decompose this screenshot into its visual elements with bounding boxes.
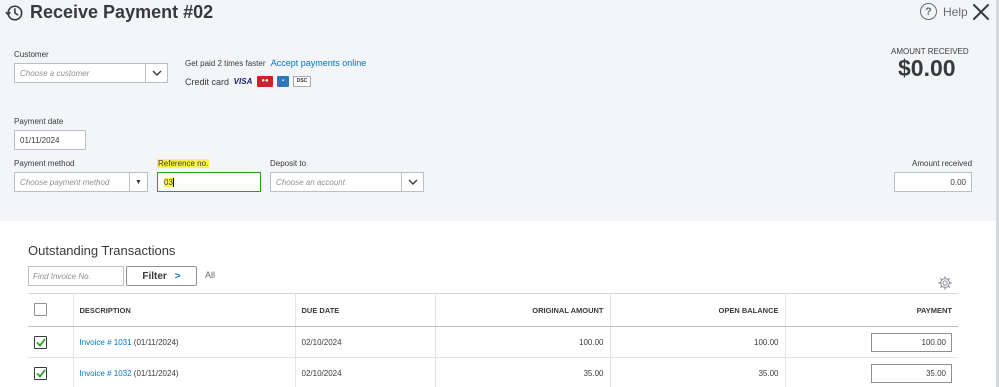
promo-fast-text: Get paid 2 times faster — [185, 59, 266, 68]
row-open-balance: 100.00 — [610, 326, 786, 358]
select-all-checkbox[interactable] — [34, 302, 47, 316]
find-invoice-input[interactable]: Find Invoice No. — [28, 266, 124, 286]
payment-method-select[interactable]: Choose payment method ▼ — [14, 172, 148, 192]
help-label: Help — [943, 4, 968, 19]
credit-card-row: Credit card VISA ●● ▪ DSC — [185, 76, 312, 87]
chevron-right-icon: > — [174, 270, 181, 282]
text-cursor — [172, 177, 174, 187]
amex-logo: ▪ — [277, 76, 290, 87]
gear-icon[interactable] — [938, 276, 952, 290]
customer-select[interactable]: Choose a customer — [14, 63, 168, 83]
promo-text: Get paid 2 times faster Accept payments … — [185, 58, 366, 68]
caret-down-icon[interactable]: ▼ — [129, 173, 147, 191]
payment-date-value: 01/11/2024 — [20, 135, 60, 145]
accept-payments-link[interactable]: Accept payments online — [271, 58, 367, 68]
payment-method-placeholder: Choose payment method — [20, 177, 110, 187]
filter-button[interactable]: Filter > — [126, 266, 197, 286]
amount-received-input-value: 0.00 — [950, 177, 966, 187]
col-description[interactable]: DESCRIPTION — [73, 293, 296, 327]
chevron-down-icon[interactable] — [401, 173, 423, 191]
customer-placeholder: Choose a customer — [20, 68, 90, 78]
chevron-down-icon[interactable] — [145, 64, 167, 82]
page-title: Receive Payment #02 — [30, 2, 214, 22]
row-checkbox[interactable] — [34, 335, 47, 349]
row-original-amount: 35.00 — [435, 357, 611, 387]
visa-logo: VISA — [233, 77, 253, 86]
customer-label: Customer — [14, 50, 49, 59]
payment-method-label: Payment method — [14, 159, 75, 168]
payment-date-label: Payment date — [14, 117, 64, 126]
help-icon: ? — [920, 3, 937, 20]
close-icon[interactable] — [972, 3, 990, 21]
invoice-link[interactable]: Invoice # 1032 — [80, 369, 132, 378]
row-description: Invoice # 1032 (01/11/2024) — [73, 357, 296, 387]
row-payment-cell: 100.00 — [785, 326, 958, 358]
deposit-to-placeholder: Choose an account — [276, 177, 345, 187]
invoice-date: (01/11/2024) — [133, 368, 179, 378]
reference-value: 03 — [164, 177, 173, 187]
row-open-balance: 35.00 — [610, 357, 786, 387]
help-button[interactable]: ? Help — [920, 3, 968, 20]
row-due-date: 02/10/2024 — [295, 357, 436, 387]
reference-label: Reference no. — [157, 159, 210, 168]
payment-header-panel — [0, 0, 999, 221]
outstanding-transactions-table: DESCRIPTION DUE DATE ORIGINAL AMOUNT OPE… — [28, 293, 958, 387]
table-header-row: DESCRIPTION DUE DATE ORIGINAL AMOUNT OPE… — [28, 293, 958, 327]
table-row: Invoice # 1031 (01/11/2024) 02/10/2024 1… — [28, 326, 958, 358]
row-due-date: 02/10/2024 — [295, 326, 436, 358]
col-due-date[interactable]: DUE DATE — [295, 293, 436, 327]
amount-received-input[interactable]: 0.00 — [894, 172, 972, 192]
discover-logo: DSC — [293, 76, 312, 87]
find-invoice-placeholder: Find Invoice No. — [33, 271, 91, 281]
col-original-amount[interactable]: ORIGINAL AMOUNT — [435, 293, 611, 327]
row-original-amount: 100.00 — [435, 326, 611, 358]
filter-label: Filter — [142, 270, 167, 282]
amount-received-value: $0.00 — [898, 55, 956, 81]
filter-all-label: All — [205, 270, 216, 280]
col-open-balance[interactable]: OPEN BALANCE — [610, 293, 786, 327]
credit-card-label: Credit card — [185, 76, 230, 87]
reference-input[interactable]: 03 — [157, 172, 261, 192]
col-payment[interactable]: PAYMENT — [785, 293, 958, 327]
amount-received-field-label: Amount received — [912, 159, 973, 168]
invoice-date: (01/11/2024) — [133, 337, 179, 347]
row-select-cell — [28, 357, 74, 387]
mastercard-logo: ●● — [257, 76, 274, 87]
history-icon — [5, 5, 23, 21]
outstanding-transactions-title: Outstanding Transactions — [28, 243, 176, 258]
table-row: Invoice # 1032 (01/11/2024) 02/10/2024 3… — [28, 357, 958, 387]
deposit-to-select[interactable]: Choose an account — [270, 172, 424, 192]
deposit-to-label: Deposit to — [270, 159, 307, 168]
row-select-cell — [28, 326, 74, 358]
select-all-cell — [28, 293, 74, 327]
payment-input[interactable]: 35.00 — [871, 363, 952, 383]
invoice-link[interactable]: Invoice # 1031 — [80, 338, 132, 347]
payment-date-input[interactable]: 01/11/2024 — [14, 130, 86, 150]
row-checkbox[interactable] — [34, 366, 47, 380]
row-payment-cell: 35.00 — [785, 357, 958, 387]
payment-input[interactable]: 100.00 — [871, 332, 952, 352]
row-description: Invoice # 1031 (01/11/2024) — [73, 326, 296, 358]
